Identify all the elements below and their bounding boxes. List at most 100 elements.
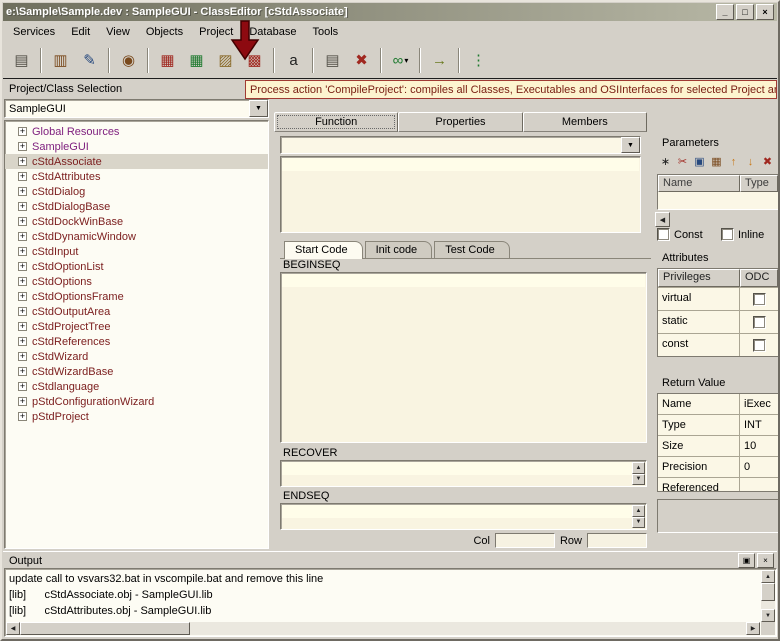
scroll-left-icon[interactable]: ◀ — [6, 622, 20, 635]
expander-icon[interactable]: + — [18, 277, 27, 286]
scroll-right-icon[interactable]: ▶ — [746, 622, 760, 635]
param-new-icon[interactable]: ∗ — [657, 153, 674, 170]
recover-scrollbar[interactable]: ▲ ▼ — [632, 462, 645, 485]
new-document-icon[interactable]: ▤ — [318, 47, 347, 74]
param-cut-icon[interactable]: ✂ — [674, 153, 691, 170]
project-combo[interactable]: SampleGUI ▼ — [4, 99, 269, 118]
class-tree[interactable]: + Global Resources + SampleGUI + cStdAss… — [4, 120, 269, 549]
check-class-icon[interactable]: ▦ — [153, 47, 182, 74]
return-field-value[interactable]: iExec — [740, 394, 778, 414]
tree-item[interactable]: + cStdlanguage — [5, 379, 268, 394]
menu-item[interactable]: Edit — [63, 23, 98, 41]
tree-item[interactable]: + SampleGUI — [5, 139, 268, 154]
param-copy-icon[interactable]: ▣ — [691, 153, 708, 170]
tree-item[interactable]: + cStdAssociate — [5, 154, 268, 169]
tree-item[interactable]: + cStdProjectTree — [5, 319, 268, 334]
attribute-checkbox[interactable] — [753, 293, 766, 306]
tree-item[interactable]: + cStdAttributes — [5, 169, 268, 184]
close-button[interactable]: × — [756, 4, 774, 20]
expander-icon[interactable]: + — [18, 397, 27, 406]
expander-icon[interactable]: + — [18, 292, 27, 301]
param-paste-icon[interactable]: ▦ — [708, 153, 725, 170]
scroll-down-icon[interactable]: ▼ — [632, 517, 645, 529]
tree-item[interactable]: + cStdDynamicWindow — [5, 229, 268, 244]
menu-item[interactable]: View — [98, 23, 138, 41]
tree-item[interactable]: + cStdOptionList — [5, 259, 268, 274]
const-checkbox[interactable] — [657, 228, 670, 241]
run-project-icon[interactable]: → — [425, 47, 454, 74]
output-panel[interactable]: update call to vsvars32.bat in vscompile… — [4, 568, 777, 637]
expander-icon[interactable]: + — [18, 232, 27, 241]
expander-icon[interactable]: + — [18, 187, 27, 196]
attribute-checkbox[interactable] — [753, 339, 766, 352]
tree-item[interactable]: + cStdOptions — [5, 274, 268, 289]
attribute-checkbox[interactable] — [753, 316, 766, 329]
inline-checkbox[interactable] — [721, 228, 734, 241]
edit-class-icon[interactable]: ✎ — [75, 47, 104, 74]
scroll-left-button[interactable]: ◀ — [655, 212, 670, 227]
tree-item[interactable]: + cStdWizard — [5, 349, 268, 364]
code-subtab[interactable]: Test Code — [434, 241, 510, 258]
expander-icon[interactable]: + — [18, 322, 27, 331]
minimize-button[interactable]: _ — [716, 4, 734, 20]
return-field-value[interactable]: 10 — [740, 436, 778, 456]
dock-window-icon[interactable]: ▣ — [738, 553, 755, 568]
function-combo[interactable]: ▼ — [280, 136, 641, 154]
close-output-icon[interactable]: × — [757, 553, 774, 568]
menu-item[interactable]: Objects — [138, 23, 191, 41]
param-up-icon[interactable]: ↑ — [725, 153, 742, 170]
scrollbar-thumb[interactable] — [20, 622, 190, 635]
tree-item[interactable]: + cStdDockWinBase — [5, 214, 268, 229]
session-icon[interactable]: ◉ — [114, 47, 143, 74]
expander-icon[interactable]: + — [18, 127, 27, 136]
repository-icon[interactable]: ▥ — [46, 47, 75, 74]
menu-item[interactable]: Services — [5, 23, 63, 41]
chevron-down-icon[interactable]: ▼ — [621, 137, 640, 153]
scroll-up-icon[interactable]: ▲ — [632, 462, 645, 474]
expander-icon[interactable]: + — [18, 247, 27, 256]
expander-icon[interactable]: + — [18, 337, 27, 346]
param-list[interactable] — [658, 192, 778, 209]
expander-icon[interactable]: + — [18, 157, 27, 166]
tree-item[interactable]: + cStdDialog — [5, 184, 268, 199]
tree-item[interactable]: + cStdOptionsFrame — [5, 289, 268, 304]
expander-icon[interactable]: + — [18, 307, 27, 316]
expander-icon[interactable]: + — [18, 142, 27, 151]
expander-icon[interactable]: + — [18, 367, 27, 376]
tree-item[interactable]: + cStdOutputArea — [5, 304, 268, 319]
chevron-down-icon[interactable]: ▼ — [249, 100, 268, 117]
beginseq-editor[interactable] — [280, 272, 647, 443]
title-bar[interactable]: e:\Sample\Sample.dev : SampleGUI - Class… — [3, 3, 777, 21]
param-delete-icon[interactable]: ✖ — [759, 153, 776, 170]
tree-item[interactable]: + cStdInput — [5, 244, 268, 259]
param-down-icon[interactable]: ↓ — [742, 153, 759, 170]
param-type-header[interactable]: Type — [740, 175, 778, 192]
scrollbar-thumb[interactable] — [761, 583, 775, 601]
row-field[interactable] — [587, 533, 647, 548]
scroll-up-icon[interactable]: ▲ — [632, 505, 645, 517]
param-name-header[interactable]: Name — [658, 175, 740, 192]
tree-item[interactable]: + Global Resources — [5, 124, 268, 139]
text-search-icon[interactable]: a — [279, 47, 308, 74]
scroll-up-icon[interactable]: ▲ — [761, 570, 775, 583]
restore-button[interactable]: □ — [736, 4, 754, 20]
return-field-value[interactable] — [740, 478, 778, 492]
tree-item[interactable]: + cStdReferences — [5, 334, 268, 349]
output-vertical-scrollbar[interactable]: ▲ ▼ — [761, 570, 775, 622]
endseq-editor[interactable]: ▲ ▼ — [280, 503, 647, 530]
code-subtab[interactable]: Start Code — [284, 241, 363, 259]
expander-icon[interactable]: + — [18, 172, 27, 181]
status-lights-icon[interactable]: ⋮ — [464, 47, 493, 74]
expander-icon[interactable]: + — [18, 412, 27, 421]
scroll-down-icon[interactable]: ▼ — [761, 609, 775, 622]
check-all-icon[interactable]: ▦ — [182, 47, 211, 74]
editor-tab[interactable]: Properties — [398, 112, 522, 132]
expander-icon[interactable]: + — [18, 382, 27, 391]
recover-editor[interactable]: ▲ ▼ — [280, 460, 647, 487]
references-dropdown-icon[interactable]: ∞ — [386, 47, 415, 74]
tree-item[interactable]: + pStdProject — [5, 409, 268, 424]
return-field-value[interactable]: INT — [740, 415, 778, 435]
code-subtab[interactable]: Init code — [365, 241, 433, 258]
editor-tab[interactable]: Members — [523, 112, 647, 132]
class-list-icon[interactable]: ▤ — [7, 47, 36, 74]
